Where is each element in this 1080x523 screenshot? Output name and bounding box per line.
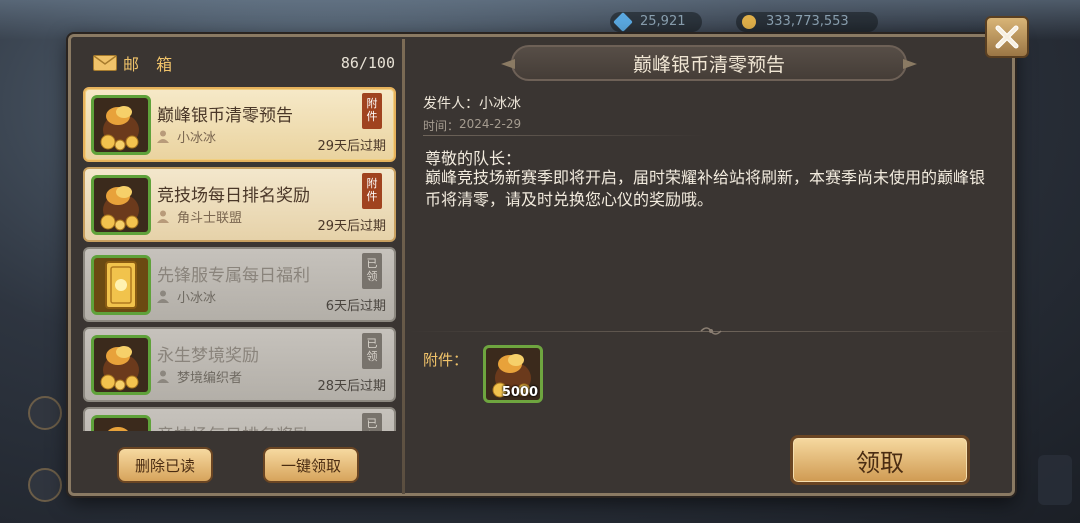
close-button[interactable] bbox=[985, 16, 1029, 58]
message-icon bbox=[28, 468, 62, 502]
mail-item-expire: 28天后过期 bbox=[317, 379, 386, 394]
claimed-badge: 已领 bbox=[362, 333, 382, 369]
mail-item-sender: 梦境编织者 bbox=[157, 367, 242, 386]
attachment-quantity: 5000 bbox=[501, 385, 538, 400]
mail-item-expire: 29天后过期 bbox=[317, 139, 386, 154]
diamond-resource: 25,921 bbox=[610, 12, 702, 32]
detail-greeting: 尊敬的队长： bbox=[425, 149, 522, 168]
mail-item-title: 竞技场每日排名奖励 bbox=[157, 186, 310, 206]
header-divider bbox=[423, 135, 705, 136]
detail-body: 巅峰竞技场新赛季即将开启，届时荣耀补给站将刷新，本赛季尚未使用的巅峰银币将清零，… bbox=[425, 168, 986, 209]
person-icon bbox=[157, 290, 169, 303]
mail-list-panel: 邮 箱 86/100 巅峰银币清零预告 小冰冰 29天后过期 附件 竞技场每日排… bbox=[79, 43, 399, 493]
coin-bag-icon bbox=[91, 415, 151, 431]
attachment-badge: 附件 bbox=[362, 173, 382, 209]
mail-item-expire: 6天后过期 bbox=[325, 299, 386, 314]
mail-item-title: 永生梦境奖励 bbox=[157, 346, 259, 366]
mail-item[interactable]: 先锋服专属每日福利 小冰冰 6天后过期 已领 bbox=[83, 247, 396, 322]
panel-divider bbox=[402, 39, 405, 494]
mail-item[interactable]: 永生梦境奖励 梦境编织者 28天后过期 已领 bbox=[83, 327, 396, 402]
mail-item-title: 先锋服专属每日福利 bbox=[157, 266, 310, 286]
mail-detail-panel: 巅峰银币清零预告 发件人： 小冰冰 时间： 2024-2-29 尊敬的队长： 巅峰竞… bbox=[409, 37, 1012, 495]
envelope-icon bbox=[93, 55, 117, 71]
mailbox-header: 邮 箱 86/100 bbox=[83, 47, 399, 79]
mailbox-dialog: 邮 箱 86/100 巅峰银币清零预告 小冰冰 29天后过期 附件 竞技场每日排… bbox=[68, 34, 1015, 496]
gold-icon bbox=[742, 15, 756, 29]
claimed-badge: 已领 bbox=[362, 253, 382, 289]
detail-title: 巅峰银币清零预告 bbox=[632, 53, 785, 76]
person-icon bbox=[157, 130, 169, 143]
mail-item[interactable]: 竞技场每日排名奖励 角斗士联盟 29天后过期 附件 bbox=[83, 167, 396, 242]
coin-bag-icon bbox=[91, 95, 151, 155]
claim-all-button[interactable]: 一键领取 bbox=[263, 447, 359, 483]
chat-icon bbox=[28, 396, 62, 430]
detail-title-banner: 巅峰银币清零预告 bbox=[511, 45, 907, 81]
coin-bag-icon bbox=[91, 335, 151, 395]
mail-item-title: 竞技场每日排名奖励 bbox=[157, 421, 310, 431]
mail-item-sender: 小冰冰 bbox=[157, 127, 216, 146]
close-icon bbox=[995, 25, 1019, 49]
person-icon bbox=[157, 370, 169, 383]
attachment-item[interactable]: 5000 bbox=[483, 345, 543, 403]
ornament-icon bbox=[700, 327, 722, 335]
claim-button[interactable]: 领取 bbox=[790, 435, 970, 485]
mailbox-title: 邮 箱 bbox=[123, 55, 179, 74]
mailbox-count: 86/100 bbox=[340, 54, 395, 72]
card-icon bbox=[91, 255, 151, 315]
attachment-label: 附件： bbox=[423, 351, 469, 369]
gold-resource: 333,773,553 bbox=[736, 12, 878, 32]
delete-read-button[interactable]: 删除已读 bbox=[117, 447, 213, 483]
mail-item-sender: 角斗士联盟 bbox=[157, 207, 242, 226]
claimed-badge: 已领 bbox=[362, 413, 382, 431]
mail-item-title: 巅峰银币清零预告 bbox=[157, 106, 293, 126]
mail-item-sender: 小冰冰 bbox=[157, 287, 216, 306]
mail-item[interactable]: 竞技场每日排名奖励 已领 bbox=[83, 407, 396, 431]
detail-sender: 发件人： 小冰冰 bbox=[423, 96, 521, 112]
mail-list[interactable]: 巅峰银币清零预告 小冰冰 29天后过期 附件 竞技场每日排名奖励 角斗士联盟 2… bbox=[83, 85, 399, 431]
detail-time: 时间： 2024-2-29 bbox=[423, 117, 522, 133]
attachment-badge: 附件 bbox=[362, 93, 382, 129]
person-icon bbox=[157, 210, 169, 223]
mail-item-selected[interactable]: 巅峰银币清零预告 小冰冰 29天后过期 附件 bbox=[83, 87, 396, 162]
diamond-icon bbox=[613, 12, 633, 32]
mail-item-expire: 29天后过期 bbox=[317, 219, 386, 234]
side-arrow-button bbox=[1038, 455, 1072, 505]
coin-bag-icon bbox=[91, 175, 151, 235]
